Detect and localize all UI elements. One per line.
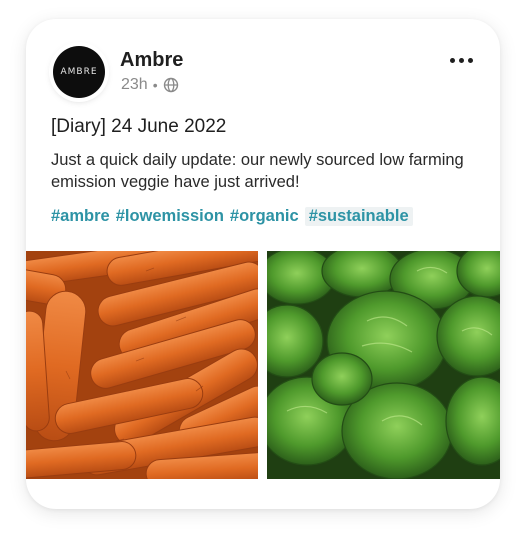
post-images (26, 251, 500, 479)
hashtag-link[interactable]: #ambre (51, 207, 110, 226)
more-options-button[interactable] (446, 49, 476, 71)
meta-separator: • (152, 77, 158, 93)
more-dot (467, 57, 473, 63)
more-dot (449, 57, 455, 63)
post-header: AMBRE Ambre 23h • (26, 19, 500, 119)
stage: AMBRE Ambre 23h • [Diary] 24 June 2022 J… (0, 0, 525, 541)
hashtag-link[interactable]: #sustainable (304, 207, 413, 226)
post-time: 23h (121, 76, 148, 93)
hashtag-list: #ambre #lowemission #organic #sustainabl… (51, 207, 413, 226)
carrots-image[interactable] (26, 251, 258, 479)
lettuce-image[interactable] (267, 251, 500, 479)
hashtag-link[interactable]: #lowemission (116, 207, 224, 226)
avatar-logo: AMBRE (60, 67, 98, 77)
author-name[interactable]: Ambre (120, 49, 183, 72)
more-dot (458, 57, 464, 63)
post-meta: 23h • (121, 76, 179, 94)
globe-icon (163, 77, 179, 93)
post-card: AMBRE Ambre 23h • [Diary] 24 June 2022 J… (26, 19, 500, 509)
hashtag-link[interactable]: #organic (230, 207, 299, 226)
post-body: Just a quick daily update: our newly sou… (51, 151, 464, 191)
post-title: [Diary] 24 June 2022 (51, 116, 227, 137)
avatar[interactable]: AMBRE (53, 46, 105, 98)
